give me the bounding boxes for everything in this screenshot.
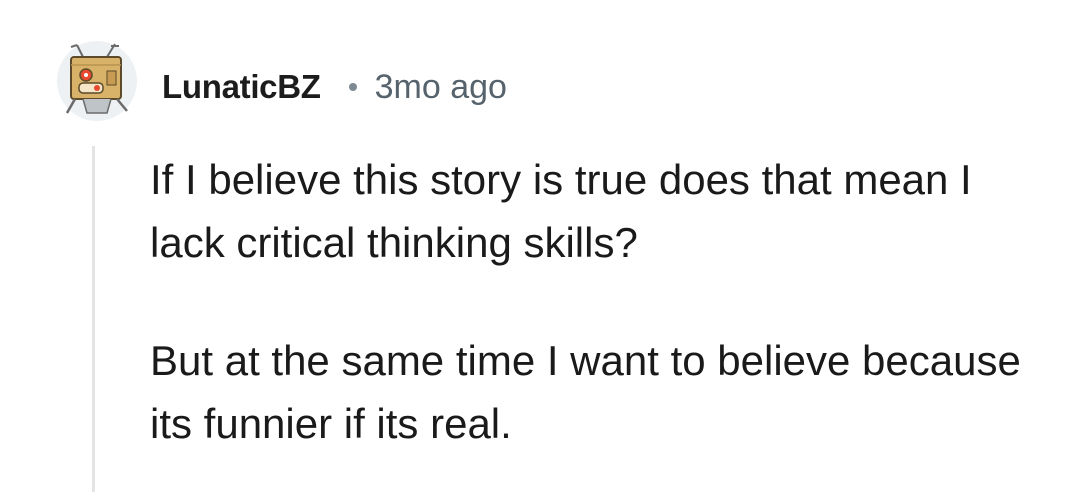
user-avatar[interactable] [57,41,137,121]
comment-timestamp: 3mo ago [374,67,507,106]
comment: LunaticBZ 3mo ago If I believe this stor… [0,0,1080,492]
comment-header: LunaticBZ 3mo ago [162,62,507,112]
thread-collapse-line[interactable] [92,146,95,492]
robot-snoo-avatar-icon [57,41,137,121]
separator-dot [348,83,357,91]
username-link[interactable]: LunaticBZ [162,68,321,106]
comment-paragraph: But at the same time I want to believe b… [150,337,1021,447]
comment-paragraph: If I believe this story is true does tha… [150,156,972,266]
comment-body: If I believe this story is true does tha… [150,148,1050,455]
